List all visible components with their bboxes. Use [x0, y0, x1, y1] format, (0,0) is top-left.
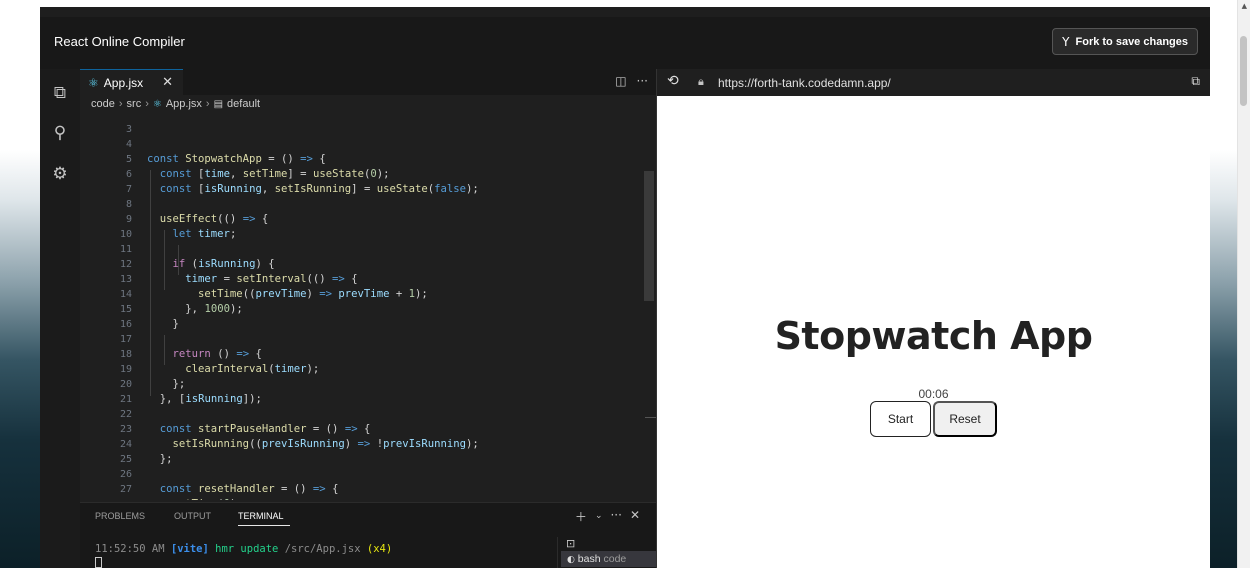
code-line: 24 };: [80, 422, 173, 465]
terminal-tag: [vite]: [170, 543, 209, 555]
symbol-icon: ▤: [213, 98, 224, 110]
lock-icon: 🔒︎: [698, 75, 704, 88]
code-line: 14 }, 1000);: [80, 272, 243, 315]
files-icon[interactable]: ⧉: [50, 83, 70, 103]
code-area[interactable]: 3 4 const StopwatchApp = () => { 5 const…: [80, 116, 656, 500]
app-title: React Online Compiler: [54, 34, 185, 49]
chevron-right-icon: ›: [145, 98, 149, 110]
breadcrumb: code › src › ⚛ App.jsx › ▤ default: [91, 98, 260, 110]
terminal-path: /src/App.jsx: [284, 543, 361, 555]
code-line: 26 const resetHandler = () => {: [80, 452, 339, 495]
code-line: 25: [80, 437, 132, 465]
active-tab-indicator: [238, 525, 290, 526]
more-actions-icon[interactable]: ···: [637, 74, 648, 88]
git-fork-icon: Y: [1062, 34, 1070, 49]
open-external-icon[interactable]: ⧉: [1191, 74, 1200, 89]
preview-url-bar: ⟲ 🔒︎ https://forth-tank.codedamn.app/ ⧉: [657, 69, 1210, 96]
app-header: React Online Compiler Y Fork to save cha…: [40, 17, 1210, 69]
page-scrollbar[interactable]: ▲: [1237, 0, 1250, 568]
start-button[interactable]: Start: [870, 401, 931, 437]
shell-cwd: code: [603, 553, 627, 565]
code-line: 17 return () => {: [80, 317, 262, 360]
terminal-icon[interactable]: ⊡: [566, 537, 575, 550]
new-terminal-icon[interactable]: ＋: [575, 508, 587, 525]
code-line: 19 };: [80, 347, 185, 390]
code-line: 10: [80, 212, 132, 240]
preview-pane: ⟲ 🔒︎ https://forth-tank.codedamn.app/ ⧉ …: [657, 69, 1210, 568]
terminal-cursor: [95, 557, 102, 568]
stopwatch-controls: Start Reset: [870, 401, 997, 437]
code-line: 13 setTime((prevTime) => prevTime + 1);: [80, 257, 428, 300]
terminal-time: 11:52:50 AM: [95, 543, 165, 555]
scrollbar-marker: [645, 417, 656, 418]
close-icon[interactable]: ✕: [162, 75, 173, 90]
terminal-message: hmr update: [215, 543, 279, 555]
url-text[interactable]: https://forth-tank.codedamn.app/: [718, 76, 891, 90]
code-line: 21: [80, 377, 132, 405]
code-line: 8 useEffect(() => {: [80, 182, 268, 225]
chevron-down-icon[interactable]: ⌄: [595, 511, 603, 525]
scroll-up-arrow-icon[interactable]: ▲: [1242, 2, 1247, 10]
terminal-instance-bash[interactable]: ◐ bash code: [561, 551, 657, 567]
tab-output[interactable]: OUTPUT: [174, 511, 211, 521]
refresh-icon[interactable]: ⟲: [667, 73, 679, 89]
fork-button[interactable]: Y Fork to save changes: [1052, 28, 1198, 55]
breadcrumb-item[interactable]: src: [127, 98, 142, 110]
terminal-output-line: 11:52:50 AM [vite] hmr update /src/App.j…: [95, 543, 392, 555]
page-scrollbar-thumb[interactable]: [1240, 36, 1247, 106]
code-line: 23 setIsRunning((prevIsRunning) => !prev…: [80, 407, 479, 450]
breadcrumb-item[interactable]: default: [227, 98, 260, 110]
code-line: 9 let timer;: [80, 197, 236, 240]
tab-terminal[interactable]: TERMINAL: [238, 511, 284, 521]
search-icon[interactable]: ⚲: [50, 123, 70, 143]
fork-button-label: Fork to save changes: [1075, 35, 1189, 48]
react-icon: ⚛: [88, 75, 99, 90]
terminal-list: ⊡ ◐ bash code: [557, 537, 657, 568]
tab-label: App.jsx: [103, 75, 144, 90]
code-line: 12 timer = setInterval(() => {: [80, 242, 358, 285]
tab-app-jsx[interactable]: ⚛ App.jsx ✕: [80, 69, 183, 95]
editor-actions: ◫ ···: [615, 74, 648, 88]
settings-gear-icon[interactable]: ⚙: [50, 164, 70, 184]
chevron-right-icon: ›: [205, 98, 210, 110]
split-editor-icon[interactable]: ◫: [615, 74, 626, 88]
code-line: 18 clearInterval(timer);: [80, 332, 319, 375]
react-icon: ⚛: [152, 98, 162, 110]
bash-icon: ◐: [567, 555, 575, 565]
shell-label: bash: [577, 553, 601, 565]
editor-scrollbar-thumb[interactable]: [644, 171, 654, 301]
stopwatch-heading: Stopwatch App: [774, 314, 1093, 358]
code-line: 11 if (isRunning) {: [80, 227, 275, 270]
code-line: 20 }, [isRunning]);: [80, 362, 262, 405]
breadcrumb-item[interactable]: App.jsx: [166, 98, 202, 110]
code-line: 4 const StopwatchApp = () => {: [80, 122, 326, 165]
editor-tab-bar: ⚛ App.jsx ✕ ◫ ···: [80, 69, 656, 95]
code-line: 6 const [isRunning, setIsRunning] = useS…: [80, 152, 479, 195]
browser-top-strip: [0, 0, 1250, 7]
tab-problems[interactable]: PROBLEMS: [95, 511, 145, 521]
line-number: 27: [119, 484, 132, 495]
code-line: 27 setTime(0);: [80, 467, 243, 500]
code-editor: ⚛ App.jsx ✕ ◫ ··· code › src › ⚛ App.jsx…: [80, 69, 657, 568]
bottom-panel: PROBLEMS OUTPUT TERMINAL ＋ ⌄ ··· ✕ 11:52…: [80, 502, 657, 568]
code-line: 16: [80, 302, 132, 330]
react-compiler-app: React Online Compiler Y Fork to save cha…: [40, 7, 1210, 568]
panel-actions: ＋ ⌄ ··· ✕: [575, 508, 640, 525]
code-line: 5 const [time, setTime] = useState(0);: [80, 137, 390, 180]
close-panel-icon[interactable]: ✕: [630, 508, 640, 525]
code-line: 7: [80, 167, 132, 195]
code-line: 15 }: [80, 287, 179, 330]
more-actions-icon[interactable]: ···: [610, 508, 621, 525]
code-line: 22 const startPauseHandler = () => {: [80, 392, 370, 435]
reset-button[interactable]: Reset: [933, 401, 997, 437]
breadcrumb-item[interactable]: code: [91, 98, 115, 110]
activity-bar: ⧉ ⚲ ⚙: [40, 69, 80, 568]
stopwatch-time: 00:06: [918, 387, 949, 401]
terminal-count: (x4): [366, 543, 393, 555]
chevron-right-icon: ›: [118, 98, 123, 110]
